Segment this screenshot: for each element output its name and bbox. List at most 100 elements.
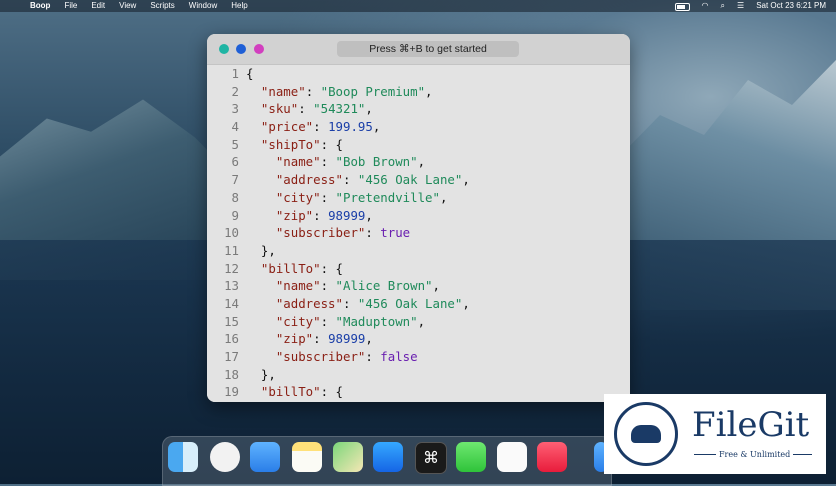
code-line[interactable]: 12 "billTo": { xyxy=(207,260,630,278)
minimize-button[interactable] xyxy=(236,44,246,54)
code-token: : xyxy=(320,278,336,294)
line-number: 2 xyxy=(231,83,239,99)
zoom-button[interactable] xyxy=(254,44,264,54)
wifi-icon[interactable]: ◠ xyxy=(702,0,709,12)
code-token: , xyxy=(365,331,373,347)
line-number: 1 xyxy=(231,66,239,81)
code-line[interactable]: 6 "name": "Bob Brown", xyxy=(207,153,630,171)
code-token: "subscriber" xyxy=(275,225,366,241)
code-token: "address" xyxy=(275,295,343,311)
menu-view[interactable]: View xyxy=(119,0,136,12)
photos-icon[interactable] xyxy=(497,442,527,472)
code-token: "name" xyxy=(275,154,321,170)
code-token: , xyxy=(425,83,433,99)
code-token: : { xyxy=(320,384,343,400)
code-token: : xyxy=(320,313,336,329)
command-search-bar[interactable]: Press ⌘+B to get started xyxy=(337,41,519,57)
notes-icon[interactable] xyxy=(292,442,322,472)
code-line[interactable]: 18 }, xyxy=(207,366,630,384)
control-center-icon[interactable]: ☰ xyxy=(737,0,744,12)
code-line[interactable]: 10 "subscriber": true xyxy=(207,224,630,242)
mail-icon[interactable] xyxy=(250,442,280,472)
code-text: }, xyxy=(246,242,276,260)
app-menu[interactable]: Boop xyxy=(30,0,50,12)
code-text: "subscriber": false xyxy=(246,348,418,366)
music-icon[interactable] xyxy=(537,442,567,472)
code-token: : { xyxy=(320,136,343,152)
code-token: : { xyxy=(320,260,343,276)
code-line[interactable]: 15 "city": "Maduptown", xyxy=(207,313,630,331)
code-text: "address": "456 Oak Lane", xyxy=(246,171,470,189)
code-text: "address": "456 Oak Lane", xyxy=(246,295,470,313)
code-token: "Alice Brown" xyxy=(335,278,433,294)
code-token: "456 Oak Lane" xyxy=(357,172,463,188)
code-line[interactable]: 19 "billTo": { xyxy=(207,383,630,401)
line-number: 14 xyxy=(224,295,239,311)
line-number: 12 xyxy=(224,260,239,276)
code-token: "Maduptown" xyxy=(335,313,418,329)
app-store-icon[interactable] xyxy=(373,442,403,472)
menu-bar: Boop File Edit View Scripts Window Help … xyxy=(0,0,836,12)
code-text: "billTo": { xyxy=(246,383,343,401)
code-line[interactable]: 17 "subscriber": false xyxy=(207,348,630,366)
code-line[interactable]: 11 }, xyxy=(207,242,630,260)
spotlight-search-icon[interactable]: ⌕ xyxy=(721,0,725,12)
code-token: "price" xyxy=(260,119,314,135)
code-line[interactable]: 13 "name": "Alice Brown", xyxy=(207,277,630,295)
line-number: 15 xyxy=(224,313,239,329)
line-number: 6 xyxy=(231,154,239,170)
line-number: 19 xyxy=(224,384,239,400)
maps-icon[interactable] xyxy=(333,442,363,472)
safari-icon[interactable] xyxy=(210,442,240,472)
code-text: "zip": 98999, xyxy=(246,330,373,348)
code-token: "Boop Premium" xyxy=(320,83,426,99)
code-line[interactable]: 8 "city": "Pretendville", xyxy=(207,189,630,207)
boop-icon[interactable]: ⌘ xyxy=(415,442,447,474)
filegit-watermark: FileGit Free & Unlimited xyxy=(604,394,826,474)
code-line[interactable]: 3 "sku": "54321", xyxy=(207,100,630,118)
finder-icon[interactable] xyxy=(168,442,198,472)
menu-window[interactable]: Window xyxy=(189,0,217,12)
menu-clock[interactable]: Sat Oct 23 6:21 PM xyxy=(756,0,826,12)
code-token: "Pretendville" xyxy=(335,189,440,205)
code-token: "Bob Brown" xyxy=(335,154,418,170)
menu-scripts[interactable]: Scripts xyxy=(150,0,174,12)
code-token: "zip" xyxy=(275,207,314,223)
messages-icon[interactable] xyxy=(456,442,486,472)
line-number: 3 xyxy=(231,101,239,117)
line-number: 16 xyxy=(224,331,239,347)
code-token: : xyxy=(313,119,329,135)
code-token: "city" xyxy=(275,189,321,205)
code-line[interactable]: 14 "address": "456 Oak Lane", xyxy=(207,295,630,313)
code-token: "name" xyxy=(275,278,321,294)
code-token: : xyxy=(305,83,321,99)
code-line[interactable]: 5 "shipTo": { xyxy=(207,136,630,154)
code-token: "city" xyxy=(275,313,321,329)
menu-file[interactable]: File xyxy=(64,0,77,12)
line-number: 7 xyxy=(231,172,239,188)
battery-icon[interactable] xyxy=(674,3,690,11)
code-line[interactable]: 4 "price": 199.95, xyxy=(207,118,630,136)
code-line[interactable]: 16 "zip": 98999, xyxy=(207,330,630,348)
code-text: "name": "Boop Premium", xyxy=(246,83,433,101)
code-line[interactable]: 1{ xyxy=(207,65,630,83)
code-token: , xyxy=(372,119,381,135)
menu-edit[interactable]: Edit xyxy=(91,0,105,12)
window-titlebar[interactable]: Press ⌘+B to get started xyxy=(207,34,630,65)
line-number: 4 xyxy=(231,119,239,135)
code-text: }, xyxy=(246,366,276,384)
menu-help[interactable]: Help xyxy=(231,0,247,12)
code-line[interactable]: 2 "name": "Boop Premium", xyxy=(207,83,630,101)
code-editor[interactable]: 1{2 "name": "Boop Premium", 3 "sku": "543… xyxy=(207,65,630,402)
code-line[interactable]: 9 "zip": 98999, xyxy=(207,207,630,225)
code-line[interactable]: 7 "address": "456 Oak Lane", xyxy=(207,171,630,189)
close-button[interactable] xyxy=(219,44,229,54)
